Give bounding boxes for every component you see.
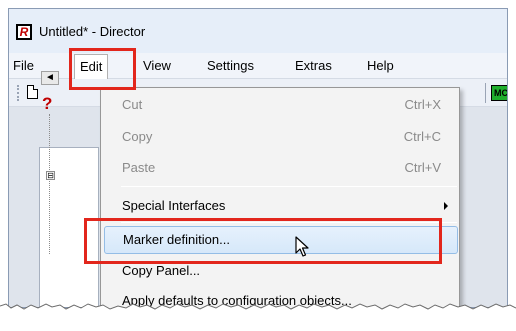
menu-settings[interactable]: Settings: [207, 58, 254, 73]
submenu-arrow-icon: [444, 202, 448, 210]
menu-item-label: Cut: [122, 97, 143, 112]
menu-item-paste[interactable]: Paste Ctrl+V: [101, 155, 459, 181]
window-title: Untitled* - Director: [39, 24, 146, 39]
edit-menu-dropdown: Cut Ctrl+X Copy Ctrl+C Paste Ctrl+V Spec…: [100, 87, 460, 331]
menu-extras[interactable]: Extras: [295, 58, 332, 73]
help-icon[interactable]: ?: [42, 94, 52, 114]
menu-help[interactable]: Help: [367, 58, 394, 73]
mc-icon[interactable]: MC: [491, 85, 507, 101]
tree-connector: [49, 114, 50, 254]
title-bar: R Untitled* - Director: [9, 9, 507, 53]
callout-highlight-edit-menu: [69, 48, 136, 90]
menu-item-shortcut: Ctrl+X: [404, 97, 441, 112]
menu-item-label: Paste: [122, 160, 156, 175]
back-arrow-button[interactable]: ◄: [41, 71, 59, 85]
callout-highlight-marker-definition: [84, 218, 442, 264]
menu-file[interactable]: File: [13, 58, 34, 73]
menu-item-label: Special Interfaces: [122, 198, 226, 213]
menu-item-cut[interactable]: Cut Ctrl+X: [101, 92, 459, 118]
menu-view[interactable]: View: [143, 58, 171, 73]
menu-item-shortcut: Ctrl+C: [403, 129, 441, 144]
menu-item-shortcut: Ctrl+V: [404, 160, 441, 175]
menu-item-label: Copy: [122, 129, 153, 144]
mouse-pointer-icon: [295, 236, 309, 257]
tree-expand-icon[interactable]: ⊟: [46, 171, 55, 180]
menu-item-special-interfaces[interactable]: Special Interfaces: [101, 193, 459, 219]
menu-item-label: Copy Panel...: [122, 263, 201, 278]
toolbar-grip[interactable]: [17, 85, 21, 101]
menu-separator: [121, 186, 457, 187]
torn-paper-edge: [0, 303, 516, 331]
new-document-icon[interactable]: [27, 85, 38, 99]
toolbar-divider: [485, 83, 487, 103]
menu-item-copy[interactable]: Copy Ctrl+C: [101, 124, 459, 150]
app-logo-icon: R: [16, 24, 32, 40]
